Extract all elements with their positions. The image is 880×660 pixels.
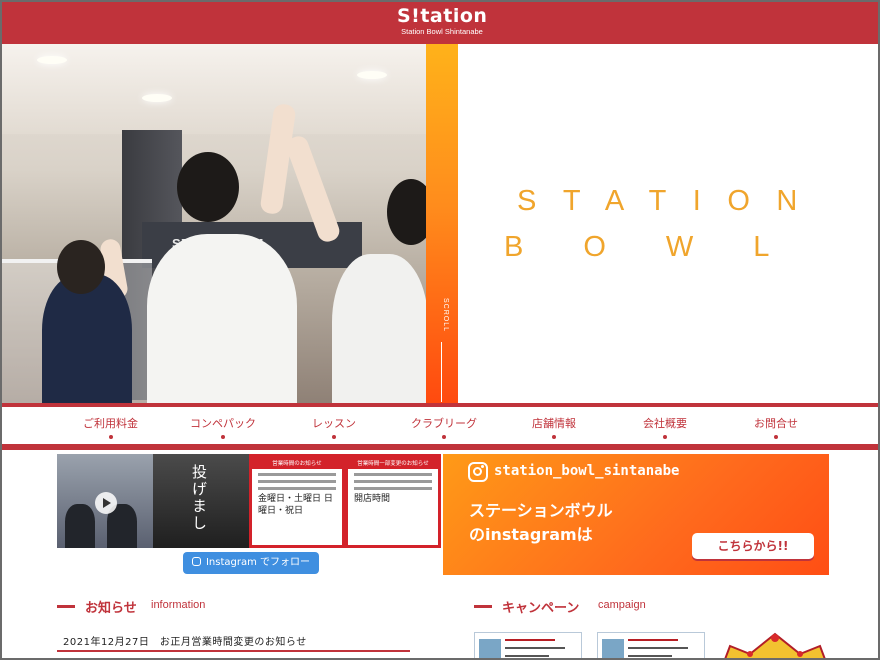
photo-lamp (37, 56, 67, 64)
instagram-follow-button[interactable]: Instagram でフォロー (183, 552, 319, 574)
campaign-text-line (628, 647, 688, 649)
instagram-post-notice[interactable]: 営業時間一部変更のお知らせ 開店時間 (345, 454, 441, 548)
nav-item-lessons[interactable]: レッスン (312, 415, 356, 439)
photo-person-head (57, 240, 105, 294)
notice-line (258, 480, 336, 483)
nav-dot (663, 435, 667, 439)
nav-dot (552, 435, 556, 439)
instagram-icon (191, 557, 201, 566)
hero-title-letter: O (583, 231, 666, 263)
instagram-post-notice[interactable]: 営業時間のお知らせ 金曜日・土曜日 日曜日・祝日 (249, 454, 345, 548)
photo-person (147, 234, 297, 403)
site-logo[interactable]: S!tation Station Bowl Shintanabe (397, 5, 487, 41)
nav-item-pricing[interactable]: ご利用料金 (83, 415, 138, 439)
play-icon (95, 492, 117, 514)
nav-item-label: コンペパック (190, 417, 256, 430)
news-section-title: お知らせ (85, 601, 137, 616)
campaign-text-line (505, 655, 549, 657)
photo-person (332, 254, 426, 403)
hero-photo: ST RS ROOM (2, 44, 426, 403)
instagram-icon (468, 462, 488, 482)
nav-dot (108, 435, 113, 439)
notice-days: 金曜日・土曜日 日曜日・祝日 (258, 494, 333, 516)
nav-item-competition-pack[interactable]: コンペパック (190, 415, 256, 439)
nav-item-contact[interactable]: お問合せ (754, 415, 798, 439)
news-divider (57, 650, 410, 652)
nav-item-company[interactable]: 会社概要 (643, 415, 687, 439)
instagram-post[interactable]: 投げまし (153, 454, 249, 548)
nav-item-label: 店舗情報 (532, 417, 576, 430)
section-marker (474, 605, 492, 608)
hero-accent-stripe (426, 44, 458, 403)
follow-label: Instagram でフォロー (205, 557, 311, 568)
hero-title-letter: W (665, 231, 754, 263)
notice-line (354, 473, 432, 476)
nav-dot (442, 435, 446, 439)
notice-opening: 開店時間 (354, 494, 391, 504)
campaign-text-line (628, 655, 672, 657)
nav-item-store-info[interactable]: 店舗情報 (532, 415, 576, 439)
hero-title-letter: L (753, 231, 830, 263)
nav-item-label: クラブリーグ (411, 417, 477, 430)
news-date: 2021年12月27日 (63, 637, 150, 648)
campaign-text-line (505, 647, 565, 649)
news-item[interactable]: 2021年12月27日 お正月営業時間変更のお知らせ (63, 633, 307, 648)
logo-subtitle: Station Bowl Shintanabe (401, 27, 483, 36)
campaign-section-title: キャンペーン (502, 601, 580, 616)
hero-title-letter: B (504, 231, 584, 263)
nav-dot (221, 435, 225, 439)
nav-bottom-border (2, 444, 878, 450)
news-text: お正月営業時間変更のお知らせ (159, 637, 307, 648)
notice-heading: 営業時間一部変更のお知らせ (348, 457, 438, 469)
campaign-text-line (628, 639, 678, 641)
instagram-handle: station_bowl_sintanabe (494, 463, 680, 479)
campaign-card[interactable] (474, 632, 582, 658)
nav-item-label: レッスン (312, 417, 356, 430)
scroll-indicator-line (441, 342, 442, 402)
instagram-post-video[interactable] (57, 454, 153, 548)
nav-item-club-league[interactable]: クラブリーグ (411, 415, 477, 439)
notice-line (354, 480, 432, 483)
nav-dot (332, 435, 336, 439)
photo-person-head (177, 152, 239, 222)
photo-person (42, 274, 132, 403)
notice-line (258, 473, 336, 476)
nav-dot (774, 435, 778, 439)
nav-item-label: 会社概要 (643, 417, 687, 430)
campaign-image (602, 639, 624, 658)
campaign-card[interactable] (597, 632, 705, 658)
photo-lamp (142, 94, 172, 102)
photo-lamp (357, 71, 387, 79)
thumb-vertical-text: 投げまし (190, 464, 208, 532)
notice-heading: 営業時間のお知らせ (252, 457, 342, 469)
logo-text: S!tation (397, 5, 488, 27)
nav-item-label: お問合せ (754, 417, 798, 430)
photo-person-head (387, 179, 426, 245)
main-nav: ご利用料金 コンペパック レッスン クラブリーグ 店舗情報 会社概要 お問合せ (2, 407, 878, 444)
crown-icon (724, 632, 826, 658)
campaign-text-line (505, 639, 555, 641)
hero-title-bowl: BOWL (504, 231, 829, 264)
instagram-banner-subheading: のinstagramは (469, 525, 593, 544)
site-header: S!tation Station Bowl Shintanabe (2, 2, 878, 44)
campaign-section-subtitle: campaign (598, 599, 646, 611)
page-frame: S!tation Station Bowl Shintanabe ST RS R… (0, 0, 880, 660)
thumb-person (65, 504, 95, 548)
campaign-image (479, 639, 501, 658)
scroll-indicator-label[interactable]: SCROLL (435, 298, 449, 332)
instagram-banner-heading: ステーションボウル (469, 501, 613, 520)
hero-title-panel (458, 44, 878, 403)
instagram-cta-button[interactable]: こちらから!! (692, 533, 814, 559)
news-section-subtitle: information (151, 599, 206, 611)
nav-item-label: ご利用料金 (83, 417, 138, 430)
hero-title-station: STATION (517, 185, 824, 217)
section-marker (57, 605, 75, 608)
